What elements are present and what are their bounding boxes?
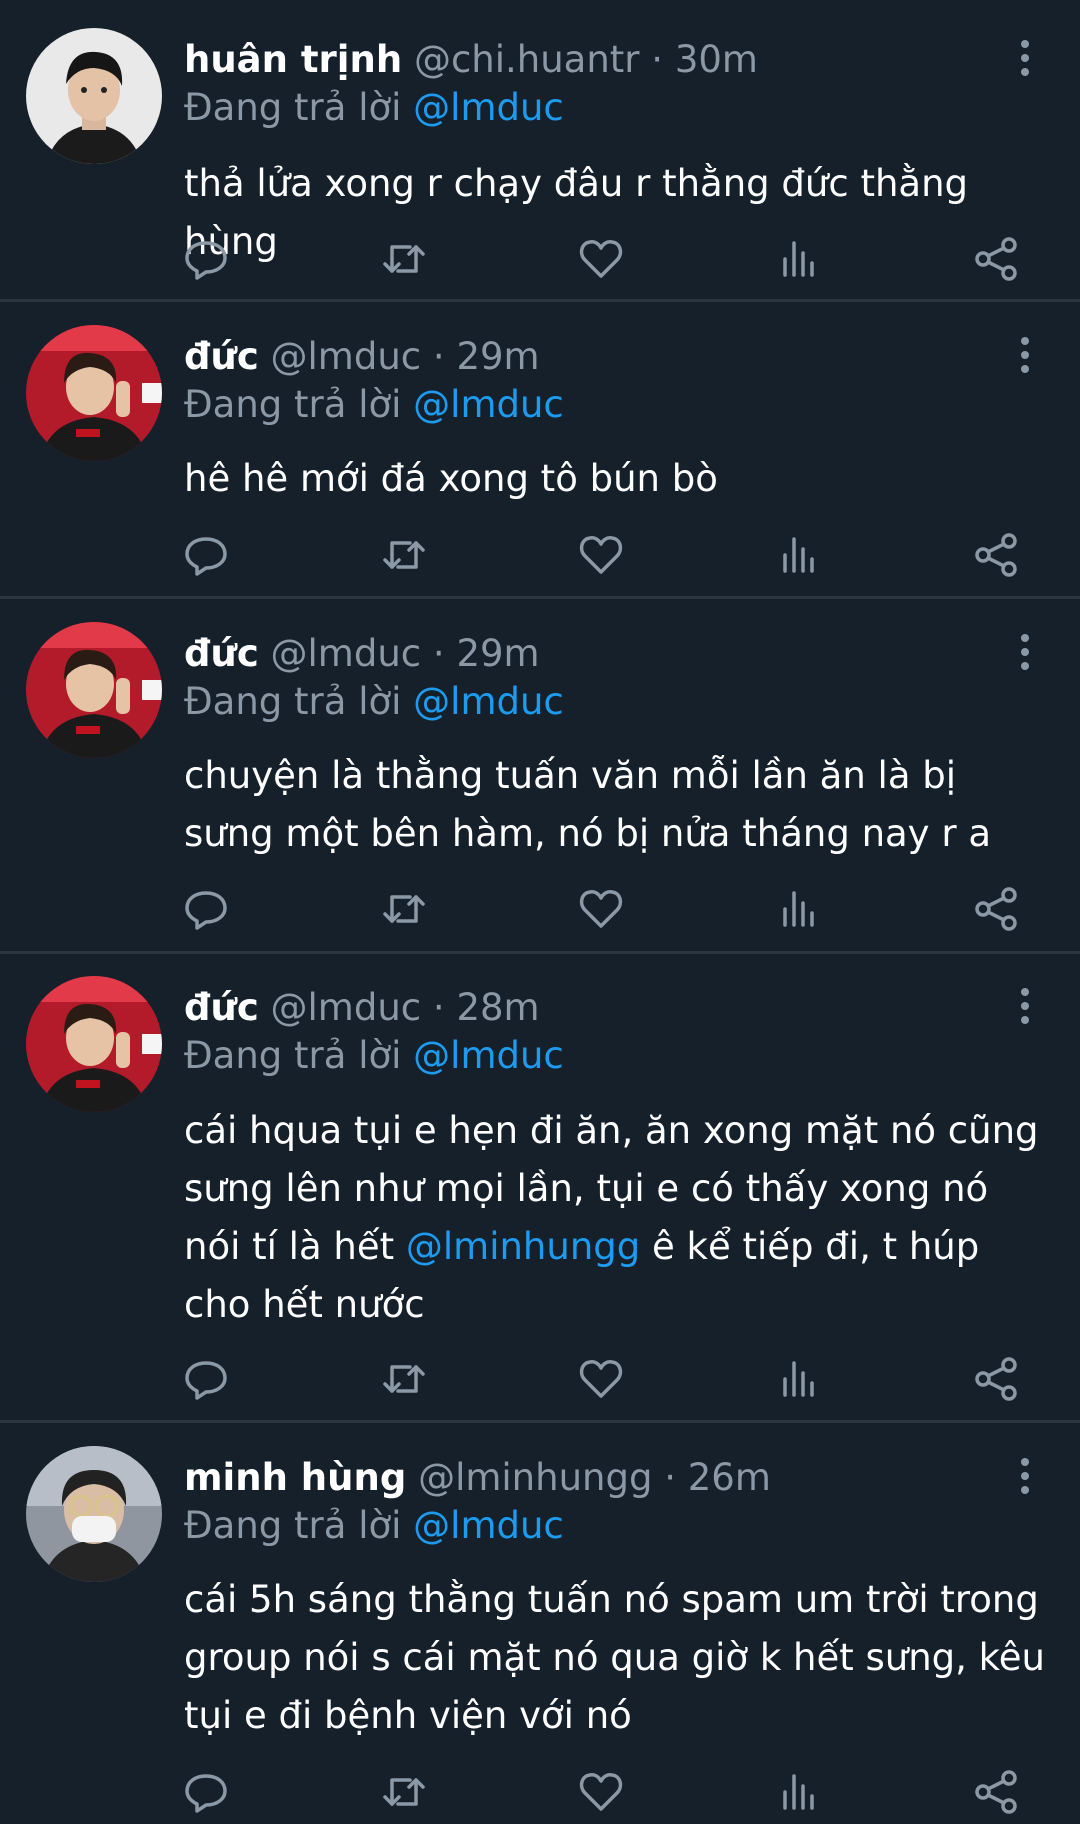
reply-mention-link[interactable]: @lmduc [413,86,564,129]
share-icon[interactable] [965,1349,1025,1409]
tweet-header: đức @lmduc · 29m [184,629,540,679]
timestamp[interactable]: 26m [688,1456,771,1499]
heart-icon[interactable] [571,1762,631,1822]
reply-bubble-icon[interactable] [176,879,236,939]
display-name[interactable]: đức [184,335,259,378]
separator-dot: · [432,986,445,1029]
retweet-icon[interactable] [374,879,434,939]
display-name[interactable]: đức [184,632,259,675]
bar-chart-icon[interactable] [768,229,828,289]
replying-to-label: Đang trả lời [184,680,402,723]
tweet-header: huân trịnh @chi.huantr · 30m [184,35,758,85]
more-vertical-icon[interactable] [1010,982,1040,1030]
avatar[interactable] [26,622,162,758]
text-mention-link[interactable]: @lminhungg [406,1225,640,1268]
tweet-header: minh hùng @lminhungg · 26m [184,1453,771,1503]
tweet-text: hê hê mới đá xong tô bún bò [184,450,1054,508]
tweet-actions [0,525,1080,585]
replying-to: Đang trả lời @lmduc [184,380,564,430]
replying-to: Đang trả lời @lmduc [184,1501,564,1551]
tweet[interactable]: đức @lmduc · 29m Đang trả lời @lmduc chu… [0,597,1080,952]
replying-to: Đang trả lời @lmduc [184,83,564,133]
share-icon[interactable] [965,1762,1025,1822]
reply-mention-link[interactable]: @lmduc [413,383,564,426]
separator-dot: · [432,632,445,675]
display-name[interactable]: huân trịnh [184,38,402,81]
tweet-actions [0,1762,1080,1822]
more-vertical-icon[interactable] [1010,34,1040,82]
tweet-actions [0,879,1080,939]
separator-dot: · [664,1456,676,1499]
timestamp[interactable]: 29m [456,335,539,378]
display-name[interactable]: đức [184,986,259,1029]
bar-chart-icon[interactable] [768,525,828,585]
heart-icon[interactable] [571,879,631,939]
heart-icon[interactable] [571,1349,631,1409]
avatar[interactable] [26,325,162,461]
reply-mention-link[interactable]: @lmduc [413,680,564,723]
heart-icon[interactable] [571,229,631,289]
avatar[interactable] [26,1446,162,1582]
separator-dot: · [432,335,445,378]
reply-bubble-icon[interactable] [176,1349,236,1409]
display-name[interactable]: minh hùng [184,1456,406,1499]
bar-chart-icon[interactable] [768,1349,828,1409]
reply-mention-link[interactable]: @lmduc [413,1504,564,1547]
user-handle[interactable]: @chi.huantr [414,38,640,81]
share-icon[interactable] [965,229,1025,289]
retweet-icon[interactable] [374,525,434,585]
heart-icon[interactable] [571,525,631,585]
retweet-icon[interactable] [374,1349,434,1409]
bar-chart-icon[interactable] [768,879,828,939]
timestamp[interactable]: 30m [675,38,758,81]
tweet[interactable]: đức @lmduc · 28m Đang trả lời @lmduc cái… [0,952,1080,1421]
tweet-actions [0,1349,1080,1409]
bar-chart-icon[interactable] [768,1762,828,1822]
replying-to-label: Đang trả lời [184,86,402,129]
tweet[interactable]: minh hùng @lminhungg · 26m Đang trả lời … [0,1421,1080,1824]
tweet-text: cái hqua tụi e hẹn đi ăn, ăn xong mặt nó… [184,1102,1054,1334]
tweet-text: chuyện là thằng tuấn văn mỗi lần ăn là b… [184,747,1054,863]
tweet-text-segment: chuyện là thằng tuấn văn mỗi lần ăn là b… [184,754,991,855]
share-icon[interactable] [965,879,1025,939]
retweet-icon[interactable] [374,1762,434,1822]
tweet[interactable]: đức @lmduc · 29m Đang trả lời @lmduc hê … [0,300,1080,597]
user-handle[interactable]: @lmduc [271,986,422,1029]
replying-to-label: Đang trả lời [184,1034,402,1077]
replying-to: Đang trả lời @lmduc [184,1031,564,1081]
tweet-header: đức @lmduc · 28m [184,983,540,1033]
share-icon[interactable] [965,525,1025,585]
more-vertical-icon[interactable] [1010,1452,1040,1500]
timestamp[interactable]: 29m [456,632,539,675]
separator-dot: · [651,38,664,81]
reply-bubble-icon[interactable] [176,525,236,585]
tweet[interactable]: huân trịnh @chi.huantr · 30m Đang trả lờ… [0,0,1080,300]
reply-bubble-icon[interactable] [176,1762,236,1822]
avatar[interactable] [26,976,162,1112]
reply-mention-link[interactable]: @lmduc [413,1034,564,1077]
avatar[interactable] [26,28,162,164]
tweet-actions [0,229,1080,289]
replying-to: Đang trả lời @lmduc [184,677,564,727]
tweet-text-segment: hê hê mới đá xong tô bún bò [184,457,718,500]
user-handle[interactable]: @lmduc [271,335,422,378]
more-vertical-icon[interactable] [1010,331,1040,379]
tweet-text: cái 5h sáng thằng tuấn nó spam um trời t… [184,1571,1054,1745]
replying-to-label: Đang trả lời [184,383,402,426]
retweet-icon[interactable] [374,229,434,289]
tweet-header: đức @lmduc · 29m [184,332,540,382]
tweet-text-segment: cái 5h sáng thằng tuấn nó spam um trời t… [184,1578,1045,1737]
user-handle[interactable]: @lminhungg [418,1456,652,1499]
timestamp[interactable]: 28m [456,986,539,1029]
user-handle[interactable]: @lmduc [271,632,422,675]
replying-to-label: Đang trả lời [184,1504,402,1547]
reply-bubble-icon[interactable] [176,229,236,289]
more-vertical-icon[interactable] [1010,628,1040,676]
